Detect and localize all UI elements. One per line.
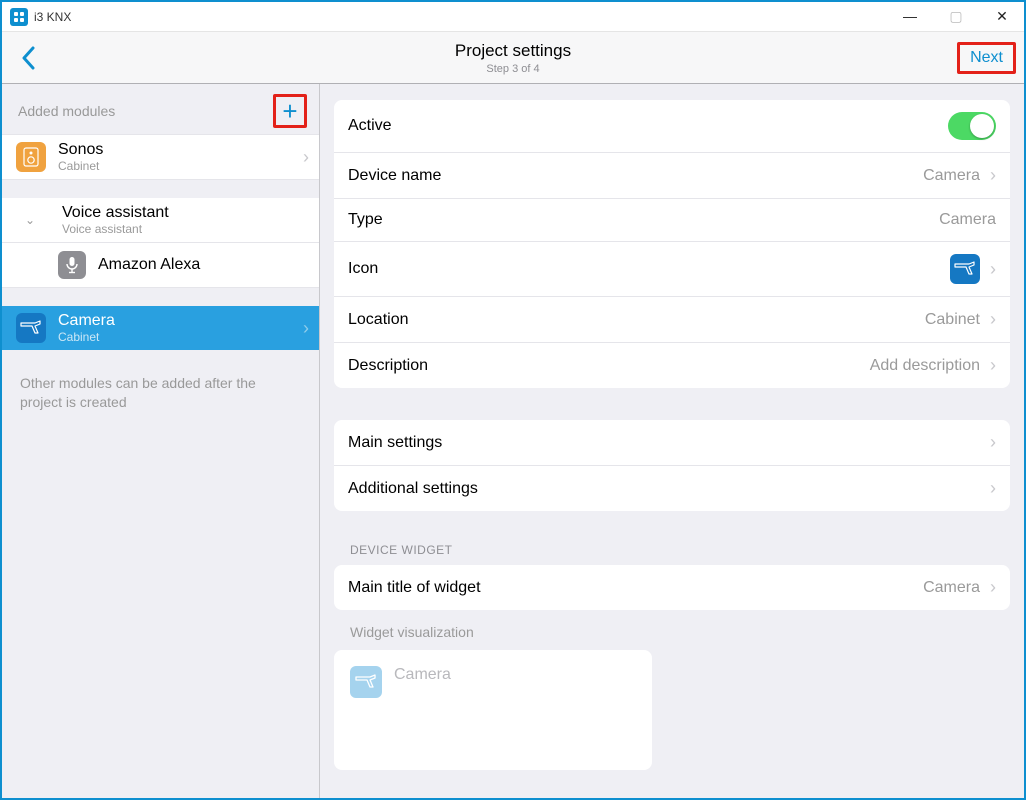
property-active[interactable]: Active — [334, 100, 1010, 153]
window-title: i3 KNX — [34, 10, 71, 24]
property-label: Location — [348, 311, 409, 329]
chevron-right-icon: › — [990, 355, 996, 376]
row-label: Main settings — [348, 434, 442, 452]
row-label: Additional settings — [348, 480, 478, 498]
property-value: Cabinet — [925, 311, 980, 329]
camera-icon — [16, 313, 46, 343]
row-value: Camera — [923, 579, 980, 597]
module-item-alexa[interactable]: Amazon Alexa — [2, 243, 319, 288]
next-button[interactable]: Next — [957, 42, 1016, 74]
module-title: Sonos — [58, 141, 303, 159]
property-value: Add description — [870, 357, 980, 375]
page-header: Project settings Step 3 of 4 Next — [2, 32, 1024, 84]
settings-card: Main settings › Additional settings › — [334, 420, 1010, 511]
plus-icon: + — [282, 98, 297, 124]
module-item-sonos[interactable]: Sonos Cabinet › — [2, 134, 319, 180]
property-type: Type Camera — [334, 199, 1010, 242]
camera-icon — [950, 254, 980, 284]
app-icon — [10, 8, 28, 26]
property-location[interactable]: Location Cabinet › — [334, 297, 1010, 343]
property-label: Type — [348, 211, 383, 229]
widget-viz-label: Widget visualization — [334, 624, 1010, 650]
group-title: Voice assistant — [62, 204, 309, 222]
chevron-right-icon: › — [990, 478, 996, 499]
properties-card: Active Device name Camera › Type Camera … — [334, 100, 1010, 388]
property-value: Camera — [923, 167, 980, 185]
sidebar-header: Added modules — [18, 103, 115, 119]
widget-main-title-row[interactable]: Main title of widget Camera › — [334, 565, 1010, 610]
nested-item-label: Amazon Alexa — [98, 256, 200, 274]
chevron-right-icon: › — [990, 165, 996, 186]
property-label: Description — [348, 357, 428, 375]
widget-title-card: Main title of widget Camera › — [334, 565, 1010, 610]
minimize-button[interactable]: — — [896, 8, 924, 25]
module-item-camera[interactable]: Camera Cabinet › — [2, 306, 319, 350]
maximize-button[interactable]: ▢ — [942, 8, 970, 25]
chevron-right-icon: › — [990, 309, 996, 330]
close-button[interactable]: ✕ — [988, 8, 1016, 25]
chevron-right-icon: › — [990, 577, 996, 598]
property-value: Camera — [939, 211, 996, 229]
chevron-down-icon: ⌄ — [10, 213, 50, 227]
step-indicator: Step 3 of 4 — [2, 63, 1024, 75]
back-button[interactable] — [8, 38, 48, 78]
sidebar: Added modules + Sonos Cabinet › ⌄ Voice — [2, 84, 320, 798]
row-label: Main title of widget — [348, 579, 481, 597]
property-icon[interactable]: Icon › — [334, 242, 1010, 297]
additional-settings-row[interactable]: Additional settings › — [334, 466, 1010, 511]
camera-icon — [350, 666, 382, 698]
group-subtitle: Voice assistant — [62, 222, 309, 236]
chevron-right-icon: › — [990, 432, 996, 453]
chevron-right-icon: › — [990, 259, 996, 280]
module-subtitle: Cabinet — [58, 330, 303, 344]
module-title: Camera — [58, 312, 303, 330]
module-subtitle: Cabinet — [58, 159, 303, 173]
chevron-right-icon: › — [303, 147, 309, 168]
active-toggle[interactable] — [948, 112, 996, 140]
property-label: Active — [348, 117, 392, 135]
chevron-right-icon: › — [303, 318, 309, 339]
property-description[interactable]: Description Add description › — [334, 343, 1010, 388]
section-label: DEVICE WIDGET — [334, 543, 1010, 565]
microphone-icon — [58, 251, 86, 279]
property-label: Device name — [348, 167, 441, 185]
property-device-name[interactable]: Device name Camera › — [334, 153, 1010, 199]
sidebar-note: Other modules can be added after the pro… — [2, 350, 319, 436]
titlebar: i3 KNX — ▢ ✕ — [2, 2, 1024, 32]
main-settings-row[interactable]: Main settings › — [334, 420, 1010, 466]
property-label: Icon — [348, 260, 378, 278]
widget-preview: Camera — [334, 650, 652, 770]
detail-panel: Active Device name Camera › Type Camera … — [320, 84, 1024, 798]
sonos-icon — [16, 142, 46, 172]
add-module-button[interactable]: + — [273, 94, 307, 128]
page-title: Project settings — [2, 41, 1024, 61]
module-group-voice[interactable]: ⌄ Voice assistant Voice assistant — [2, 198, 319, 243]
widget-preview-title: Camera — [394, 666, 451, 684]
